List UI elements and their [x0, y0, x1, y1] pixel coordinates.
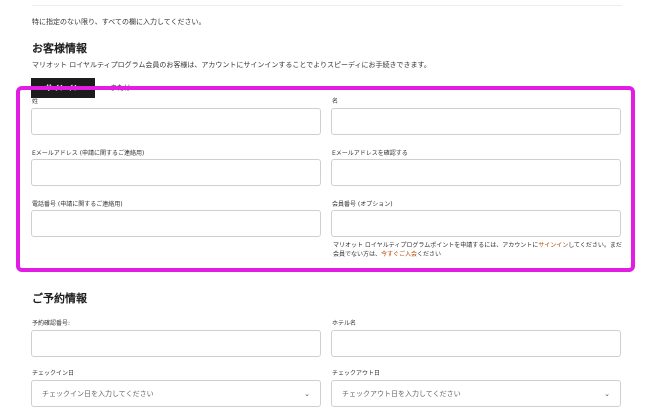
confirmation-number-input[interactable]: [31, 330, 321, 357]
last-name-label: 姓: [32, 98, 39, 105]
email-confirm-label: Eメールアドレスを確認する: [332, 150, 408, 157]
phone-input[interactable]: [31, 210, 321, 237]
top-divider: [32, 5, 622, 6]
email-input[interactable]: [31, 159, 321, 186]
chevron-down-icon: ⌄: [304, 389, 310, 398]
hotel-name-label: ホテル名: [332, 320, 357, 327]
confirmation-number-label: 予約確認番号:: [32, 320, 71, 327]
checkout-label: チェックアウト日: [332, 370, 381, 377]
last-name-input[interactable]: [31, 108, 321, 135]
join-now-link[interactable]: 今すぐご入会: [381, 251, 417, 258]
member-number-input[interactable]: [331, 210, 621, 237]
or-text: または: [110, 84, 131, 92]
checkin-date-select[interactable]: チェックイン日を入力してください ⌄: [31, 380, 321, 407]
email-label: Eメールアドレス (申請に関するご連絡用): [32, 150, 145, 157]
customer-section-title: お客様情報: [32, 42, 87, 55]
first-name-input[interactable]: [331, 108, 621, 135]
hotel-name-input[interactable]: [331, 330, 621, 357]
member-help-text: マリオット ロイヤルティプログラムポイントを申請するには、アカウントにサインイン…: [333, 241, 625, 259]
signin-button[interactable]: サインイン: [31, 78, 95, 98]
member-help-part: マリオット ロイヤルティプログラムポイントを申請するには、アカウントに: [333, 242, 539, 249]
first-name-label: 名: [332, 98, 339, 105]
checkout-placeholder: チェックアウト日を入力してください: [342, 389, 461, 398]
member-number-label: 会員番号 (オプション): [332, 201, 393, 208]
checkout-date-select[interactable]: チェックアウト日を入力してください ⌄: [331, 380, 621, 407]
chevron-down-icon: ⌄: [604, 389, 610, 398]
member-help-part: ください: [417, 251, 442, 258]
email-confirm-input[interactable]: [331, 159, 621, 186]
phone-label: 電話番号 (申請に関するご連絡用): [32, 201, 123, 208]
checkin-placeholder: チェックイン日を入力してください: [42, 389, 154, 398]
reservation-section-title: ご予約情報: [32, 292, 87, 305]
customer-section-description: マリオット ロイヤルティプログラム会員のお客様は、アカウントにサインインすること…: [32, 61, 431, 69]
help-signin-link[interactable]: サインイン: [538, 242, 568, 249]
checkin-label: チェックイン日: [32, 370, 75, 377]
required-note: 特に指定のない限り、すべての欄に入力してください。: [32, 18, 206, 26]
